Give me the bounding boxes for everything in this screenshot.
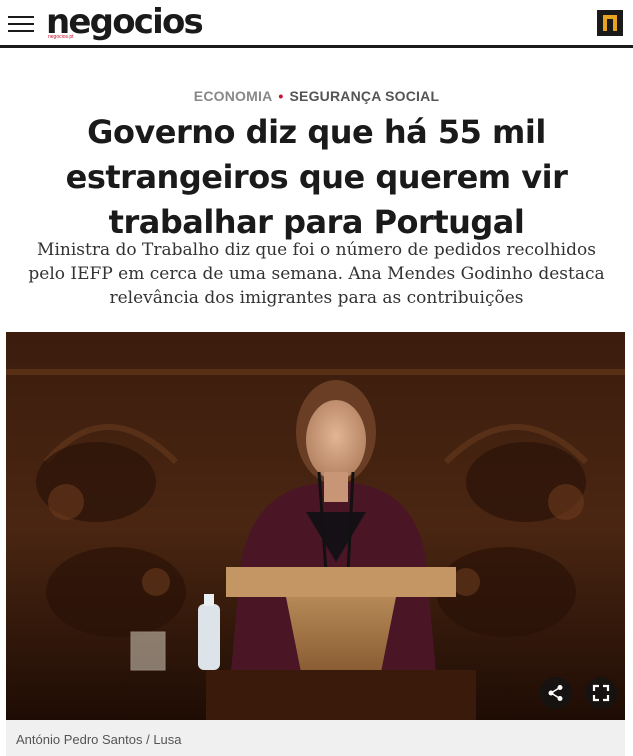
- separator-dot: •: [278, 88, 284, 104]
- site-header: negocios negocios.pt: [0, 0, 633, 48]
- article-photo[interactable]: [6, 332, 625, 720]
- hamburger-icon[interactable]: [8, 14, 34, 34]
- category-link[interactable]: ECONOMIA: [194, 88, 273, 104]
- article-lead: Ministra do Trabalho diz que foi o númer…: [28, 240, 605, 308]
- share-icon[interactable]: [540, 677, 572, 709]
- photo-scene: [6, 332, 625, 720]
- photo-credit: António Pedro Santos / Lusa: [16, 732, 182, 747]
- photo-caption: António Pedro Santos / Lusa: [6, 720, 625, 756]
- subcategory-link[interactable]: SEGURANÇA SOCIAL: [290, 88, 440, 104]
- site-logo[interactable]: negocios negocios.pt: [46, 1, 204, 45]
- fullscreen-icon[interactable]: [585, 677, 617, 709]
- logo-subtext: negocios.pt: [48, 34, 74, 40]
- brand-badge-icon[interactable]: [597, 10, 623, 36]
- category-breadcrumb: ECONOMIA • SEGURANÇA SOCIAL: [0, 88, 633, 104]
- article-headline: Governo diz que há 55 mil estrangeiros q…: [65, 113, 568, 241]
